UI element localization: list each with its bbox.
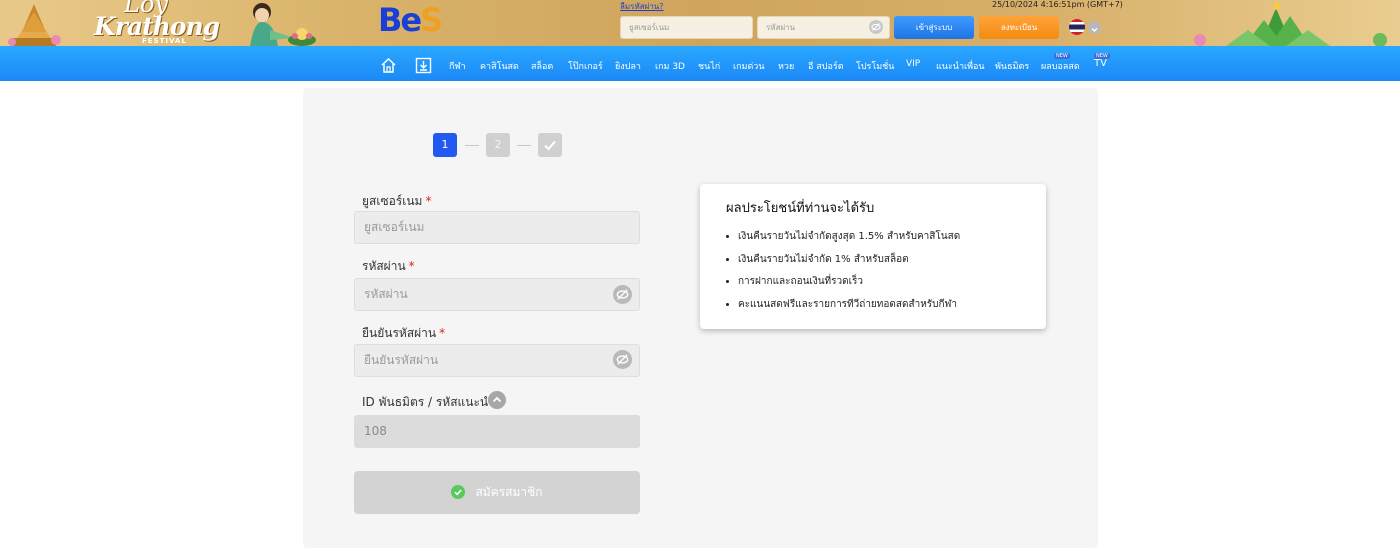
step-indicator-complete: [538, 133, 562, 157]
step-separator: [465, 145, 479, 146]
thai-flag-icon[interactable]: [1069, 19, 1085, 35]
password-label: รหัสผ่าน *: [362, 257, 415, 276]
password-input[interactable]: รหัสผ่าน: [354, 278, 640, 311]
confirm-password-label: ยืนยันรหัสผ่าน *: [362, 324, 445, 343]
benefit-item: เงินคืนรายวันไม่จำกัดสูงสุด 1.5% สำหรับค…: [738, 230, 960, 253]
benefits-title: ผลประโยชน์ที่ท่านจะได้รับ: [726, 201, 875, 216]
nav-item-vip[interactable]: VIP: [906, 59, 920, 69]
krathong-girl-illustration: [250, 3, 316, 46]
datetime-display: 25/10/2024 4:16:51pm (GMT+7): [992, 0, 1123, 9]
top-banner: Loy Krathong FESTIVAL BeS ลืมรหัสผ่าน? 2…: [0, 0, 1400, 46]
checkmark-icon: [544, 140, 556, 151]
main-nav: กีฬา คาสิโนสด สล็อต โป๊กเกอร์ ยิงปลา เกม…: [0, 46, 1400, 81]
header-login-button[interactable]: เข้าสู่ระบบ: [894, 16, 974, 39]
nav-item-cockfight[interactable]: ชนไก่: [698, 59, 720, 73]
step-indicator-1: 1: [433, 133, 457, 157]
benefit-item: เงินคืนรายวันไม่จำกัด 1% สำหรับสล็อต: [738, 253, 960, 276]
nav-item-promotions[interactable]: โปรโมชั่น: [856, 59, 894, 73]
benefits-list: เงินคืนรายวันไม่จำกัดสูงสุด 1.5% สำหรับค…: [738, 230, 960, 320]
festival-logo-line3: FESTIVAL: [142, 37, 187, 45]
pagoda-decoration: [8, 4, 61, 46]
nav-item-tv[interactable]: TV: [1094, 58, 1107, 69]
register-submit-label: สมัครสมาชิก: [475, 485, 543, 499]
nav-item-affiliate[interactable]: พันธมิตร: [995, 59, 1029, 73]
nav-item-fishing[interactable]: ยิงปลา: [615, 59, 641, 73]
referral-input[interactable]: 108: [354, 415, 640, 448]
header-password-visibility-icon[interactable]: [869, 20, 883, 34]
header-register-button[interactable]: ลงทะเบียน: [979, 16, 1059, 39]
brand-logo-part1: Be: [378, 1, 422, 39]
nav-item-esports[interactable]: อี สปอร์ต: [808, 59, 844, 73]
language-chevron-icon[interactable]: [1088, 21, 1101, 34]
required-marker: *: [408, 259, 415, 273]
check-circle-icon: [451, 484, 466, 499]
nav-item-lottery[interactable]: หวย: [778, 59, 794, 73]
nav-item-live-casino[interactable]: คาสิโนสด: [480, 59, 519, 73]
nav-item-sports[interactable]: กีฬา: [449, 59, 466, 73]
password-label-text: รหัสผ่าน: [362, 259, 406, 273]
username-label: ยูสเซอร์เนม *: [362, 192, 431, 211]
chevron-up-icon[interactable]: [488, 391, 506, 409]
referral-label: ID พันธมิตร / รหัสแนะนำ: [362, 395, 495, 409]
benefit-item: คะแนนสดฟรีและรายการทีวีถ่ายทอดสดสำหรับกี…: [738, 298, 960, 321]
required-marker: *: [425, 194, 432, 208]
nav-item-refer-friend[interactable]: แนะนำเพื่อน: [936, 59, 985, 73]
brand-logo[interactable]: BeS: [378, 0, 443, 40]
required-marker: *: [439, 326, 446, 340]
nav-item-live-scores[interactable]: ผลบอลสด: [1041, 59, 1080, 73]
nav-item-quick-games[interactable]: เกมด่วน: [733, 59, 765, 73]
register-submit-button[interactable]: สมัครสมาชิก: [354, 471, 640, 514]
brand-logo-part2: S: [420, 1, 443, 39]
nav-item-3d-games[interactable]: เกม 3D: [655, 59, 685, 73]
password-visibility-icon[interactable]: [613, 285, 632, 304]
festival-logo: Loy Krathong FESTIVAL: [92, 0, 220, 46]
download-icon[interactable]: [415, 57, 432, 74]
username-label-text: ยูสเซอร์เนม: [362, 194, 423, 208]
confirm-password-visibility-icon[interactable]: [613, 350, 632, 369]
confirm-password-label-text: ยืนยันรหัสผ่าน: [362, 326, 437, 340]
confirm-password-input[interactable]: ยืนยันรหัสผ่าน: [354, 344, 640, 377]
benefits-card: ผลประโยชน์ที่ท่านจะได้รับ เงินคืนรายวันไ…: [700, 184, 1046, 329]
krathong-decoration: [1194, 2, 1387, 46]
forgot-password-link[interactable]: ลืมรหัสผ่าน?: [620, 0, 664, 13]
nav-item-slots[interactable]: สล็อต: [531, 59, 553, 73]
header-username-input[interactable]: ยูสเซอร์เนม: [620, 16, 753, 39]
nav-item-poker[interactable]: โป๊กเกอร์: [568, 59, 603, 73]
step-indicator-2: 2: [486, 133, 510, 157]
step-separator: [517, 145, 531, 146]
benefit-item: การฝากและถอนเงินที่รวดเร็ว: [738, 275, 960, 298]
username-input[interactable]: ยูสเซอร์เนม: [354, 211, 640, 244]
home-icon[interactable]: [380, 57, 397, 74]
